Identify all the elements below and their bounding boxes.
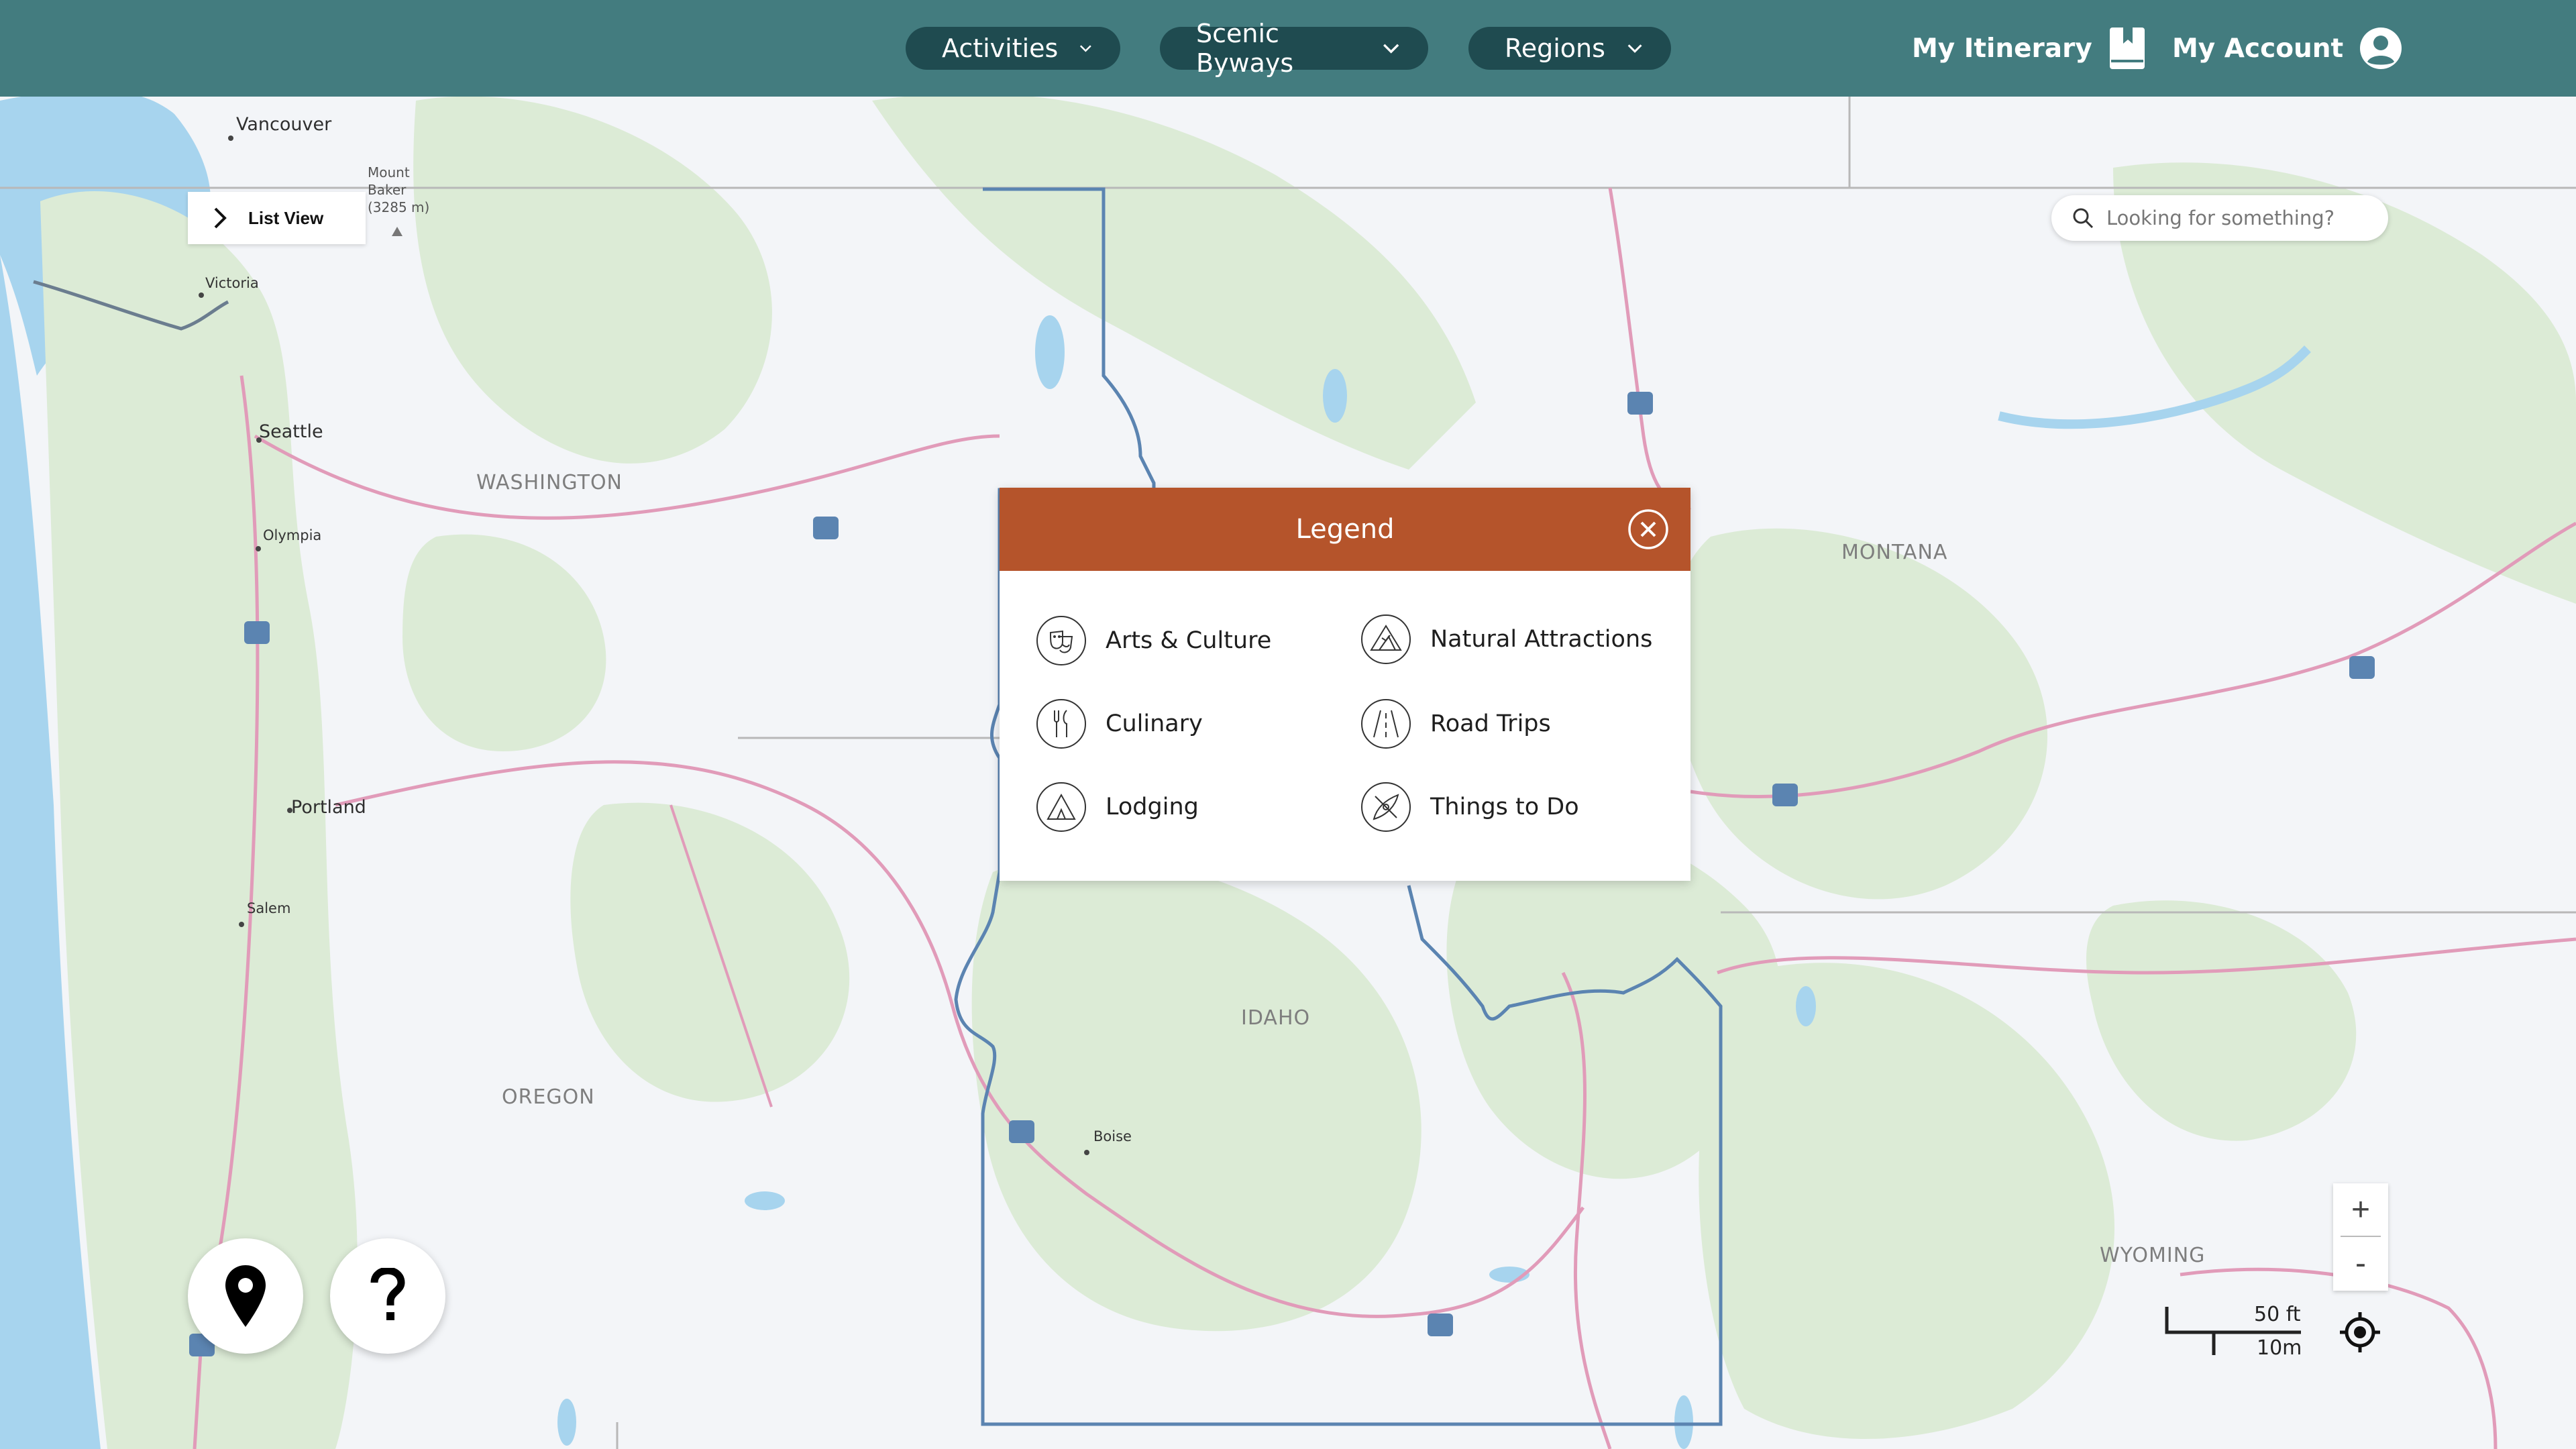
activities-menu-label: Activities [942,34,1059,63]
scale-bar: 50 ft 10m [2161,1300,2302,1360]
legend-label-natural-attractions: Natural Attractions [1430,626,1653,653]
legend-panel: Legend Arts & Culture Natural Attraction… [1000,488,1690,881]
zoom-in-button[interactable]: + [2333,1183,2388,1236]
city-label-olympia: Olympia [263,527,322,543]
top-navigation-bar: Activities Scenic Byways Regions My Itin… [0,0,2576,97]
legend-label-things-to-do: Things to Do [1430,794,1579,820]
locations-button[interactable] [188,1238,303,1354]
legend-item-lodging: Lodging [1036,782,1199,833]
legend-label-road-trips: Road Trips [1430,710,1551,737]
chevron-down-icon [1383,44,1399,54]
search-bar [2051,195,2388,241]
user-account-icon [2360,28,2402,69]
state-label-oregon: OREGON [502,1085,595,1109]
city-label-portland: Portland [291,797,366,818]
itinerary-book-icon [2109,28,2145,69]
road-icon [1361,699,1411,749]
legend-title: Legend [1295,514,1395,545]
scenic-byways-menu-button[interactable]: Scenic Byways [1160,19,1428,78]
chevron-right-icon [214,207,227,229]
help-button[interactable] [330,1238,445,1354]
theater-masks-icon [1036,616,1086,665]
city-label-vancouver: Vancouver [236,114,332,135]
my-account-button[interactable]: My Account [2172,24,2402,72]
tent-icon [1036,782,1086,832]
map-pin-icon [225,1265,266,1327]
legend-label-culinary: Culinary [1106,710,1203,737]
search-icon [2073,208,2094,229]
fork-knife-icon [1036,699,1086,749]
locate-me-icon[interactable] [2339,1311,2381,1354]
legend-item-road-trips: Road Trips [1360,698,1551,749]
legend-item-things-to-do: Things to Do [1360,782,1579,833]
legend-header: Legend [1000,488,1690,571]
chevron-down-icon [1627,44,1642,53]
list-view-toggle[interactable]: List View [188,192,366,244]
state-label-wyoming: WYOMING [2100,1244,2206,1267]
legend-label-arts-culture: Arts & Culture [1106,627,1272,654]
question-mark-icon [370,1268,405,1320]
state-label-washington: WASHINGTON [476,471,623,494]
kayak-icon [1361,782,1411,832]
my-itinerary-label: My Itinerary [1912,33,2092,64]
legend-item-natural-attractions: Natural Attractions [1360,614,1652,665]
city-label-victoria: Victoria [205,275,259,291]
legend-label-lodging: Lodging [1106,794,1199,820]
search-input[interactable] [2106,207,2388,229]
city-label-salem: Salem [247,900,291,916]
city-label-seattle: Seattle [259,421,323,442]
legend-item-arts-culture: Arts & Culture [1036,615,1271,666]
regions-menu-label: Regions [1505,34,1605,63]
my-itinerary-button[interactable]: My Itinerary [1912,24,2146,72]
scale-metric-label: 10m [2257,1336,2302,1360]
state-label-montana: MONTANA [1841,541,1948,564]
scale-imperial-label: 50 ft [2254,1303,2301,1326]
close-icon[interactable] [1627,508,1669,550]
list-view-label: List View [248,207,324,228]
my-account-label: My Account [2172,33,2344,64]
state-label-idaho: IDAHO [1241,1006,1311,1030]
scenic-byways-menu-label: Scenic Byways [1196,19,1294,78]
zoom-out-button[interactable]: - [2333,1237,2388,1289]
mountain-icon [1361,614,1411,664]
city-label-boise: Boise [1093,1128,1132,1144]
chevron-down-icon [1080,45,1092,52]
legend-item-culinary: Culinary [1036,698,1203,749]
zoom-controls: + - [2333,1183,2388,1291]
peak-label-mount-baker: Mount Baker (3285 m) [368,164,430,215]
regions-menu-button[interactable]: Regions [1468,27,1671,70]
activities-menu-button[interactable]: Activities [906,27,1120,70]
